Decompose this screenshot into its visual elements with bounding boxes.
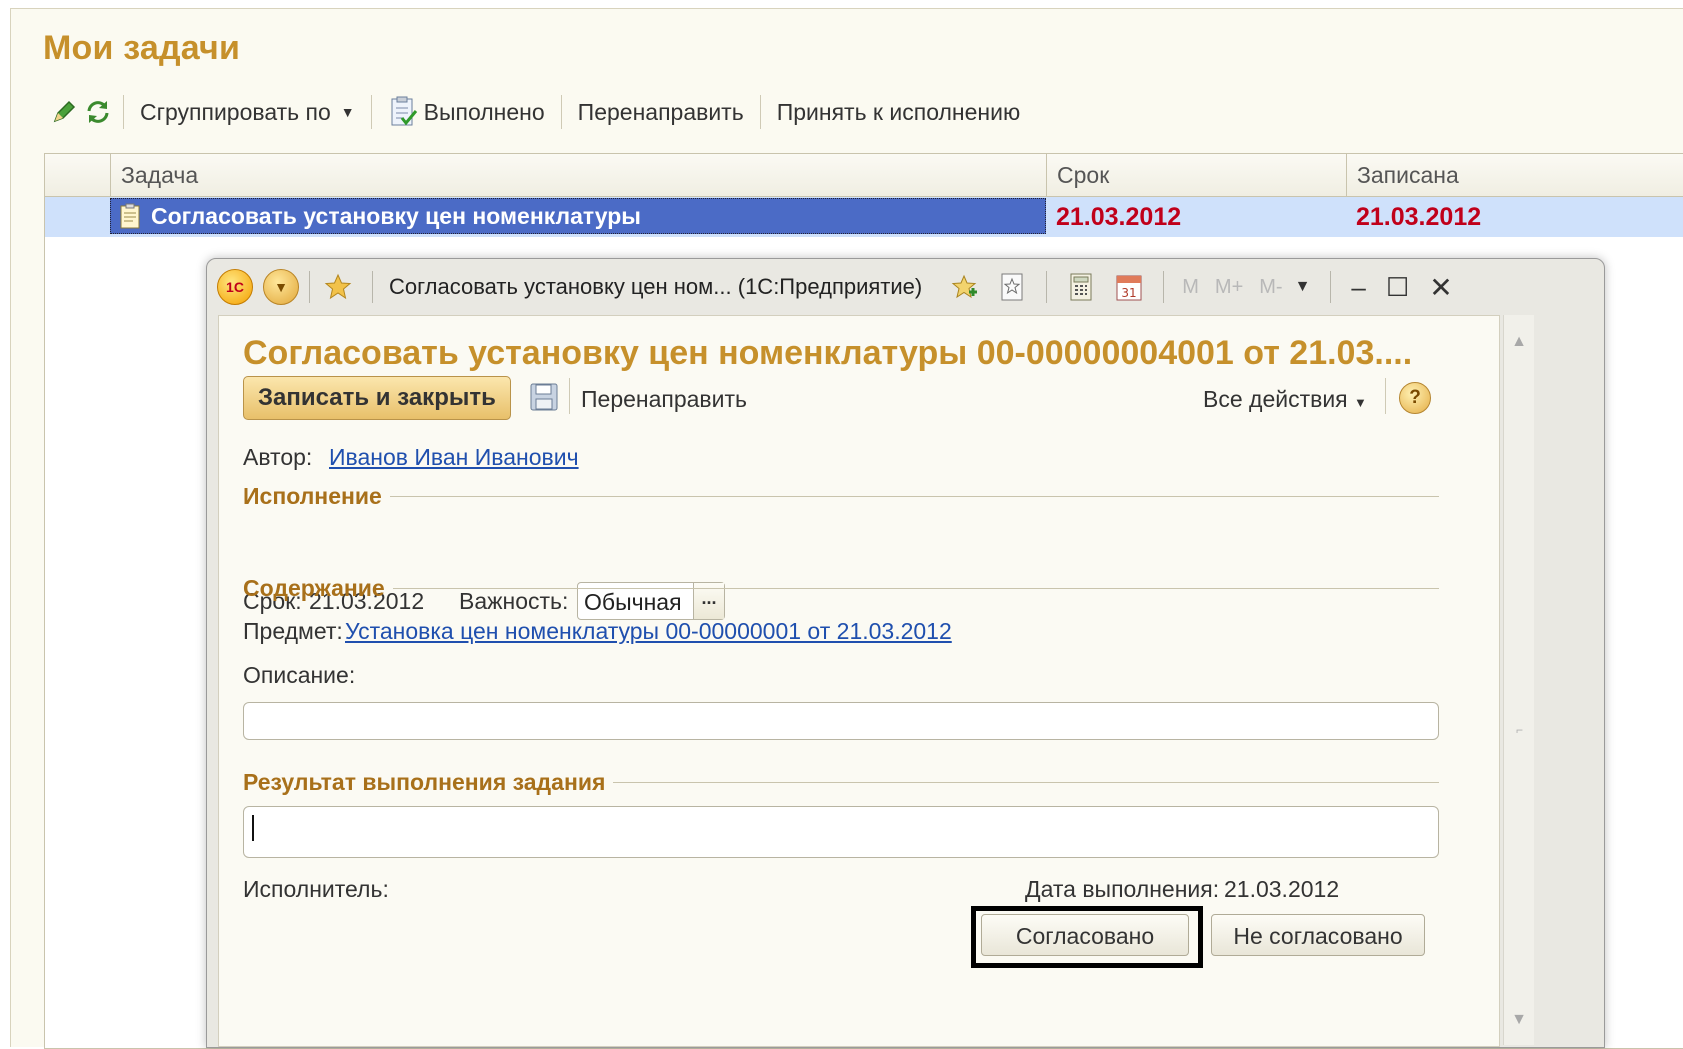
maximize-icon[interactable]: ☐ — [1386, 272, 1409, 303]
redirect-button[interactable]: Перенаправить — [581, 386, 747, 413]
scroll-grip[interactable]: ⌐ — [1516, 723, 1523, 737]
reject-button[interactable]: Не согласовано — [1211, 914, 1425, 956]
column-header-recorded[interactable]: Записана — [1346, 154, 1683, 196]
section-content: Содержание — [243, 574, 1439, 602]
description-input[interactable] — [243, 702, 1439, 740]
refresh-icon[interactable] — [81, 95, 115, 129]
column-header-task[interactable]: Задача — [110, 154, 1046, 196]
memory-m-button[interactable]: M — [1182, 276, 1199, 299]
app-logo-icon[interactable]: 1С — [217, 269, 253, 305]
all-actions-button[interactable]: Все действия ▼ — [1203, 386, 1367, 413]
table-row[interactable]: Согласовать установку цен номенклатуры 2… — [45, 197, 1683, 237]
task-cell[interactable]: Согласовать установку цен номенклатуры — [110, 198, 1046, 234]
due-cell: 21.03.2012 — [1056, 203, 1182, 231]
group-by-label: Сгруппировать по — [140, 98, 331, 125]
divider — [613, 781, 1439, 783]
save-disk-icon[interactable] — [529, 382, 559, 412]
task-name: Согласовать установку цен номенклатуры — [151, 202, 641, 229]
description-label: Описание: — [243, 662, 356, 688]
task-icon — [120, 203, 140, 229]
recorded-cell: 21.03.2012 — [1356, 203, 1482, 231]
toolbar-separator — [1385, 378, 1386, 414]
list-toolbar: Сгруппировать по ▼ Выполнено Перенаправи… — [47, 91, 1028, 133]
svg-text:31: 31 — [1122, 286, 1137, 300]
minimize-icon[interactable]: – — [1351, 272, 1365, 303]
edit-pencil-icon[interactable] — [47, 95, 81, 129]
document-title: Согласовать установку цен номенклатуры 0… — [243, 334, 1413, 372]
bookmark-icon[interactable] — [994, 269, 1030, 305]
subject-link[interactable]: Установка цен номенклатуры 00-00000001 о… — [345, 618, 952, 645]
memory-plus-button[interactable]: M+ — [1215, 276, 1243, 299]
column-header-due[interactable]: Срок — [1046, 154, 1346, 196]
favorite-star-icon[interactable] — [320, 269, 356, 305]
page-title: Мои задачи — [43, 29, 241, 67]
done-label: Выполнено — [423, 98, 545, 125]
toolbar-separator — [370, 95, 372, 129]
help-icon[interactable]: ? — [1399, 382, 1431, 414]
text-cursor — [252, 815, 254, 841]
titlebar-separator — [1330, 271, 1332, 303]
calculator-icon[interactable] — [1063, 269, 1099, 305]
titlebar-separator — [309, 271, 310, 303]
close-icon[interactable]: ✕ — [1429, 271, 1452, 304]
executor-label: Исполнитель: — [243, 876, 389, 902]
accept-button[interactable]: Принять к исполнению — [769, 99, 1029, 126]
titlebar-separator — [1163, 271, 1165, 303]
author-label: Автор: — [243, 444, 313, 470]
window-menu-icon[interactable]: ▼ — [263, 269, 299, 305]
done-button[interactable]: Выполнено — [380, 96, 553, 128]
section-execution: Исполнение — [243, 482, 1439, 510]
titlebar-separator — [372, 271, 373, 303]
chevron-down-icon: ▼ — [1354, 395, 1367, 410]
vertical-scrollbar[interactable]: ▲ ⌐ ▼ — [1503, 315, 1534, 1045]
toolbar-separator — [123, 95, 124, 129]
memory-minus-button[interactable]: M- — [1259, 276, 1282, 299]
result-input[interactable] — [243, 806, 1439, 858]
chevron-down-icon: ▼ — [340, 104, 355, 120]
section-result-title: Результат выполнения задания — [243, 768, 606, 795]
group-by-button[interactable]: Сгруппировать по ▼ — [132, 99, 363, 126]
window-titlebar[interactable]: 1С ▼ Согласовать установку цен ном... (1… — [207, 259, 1604, 315]
subject-label: Предмет: — [243, 618, 343, 644]
redirect-label: Перенаправить — [577, 98, 744, 125]
section-content-title: Содержание — [243, 574, 385, 601]
titlebar-dropdown-icon[interactable]: ▼ — [1295, 278, 1311, 296]
all-actions-label: Все действия — [1203, 386, 1348, 412]
divider — [392, 587, 1439, 589]
accept-label: Принять к исполнению — [776, 98, 1021, 125]
redirect-button[interactable]: Перенаправить — [570, 99, 752, 126]
completion-date-value: 21.03.2012 — [1224, 876, 1340, 902]
add-to-favorites-icon[interactable] — [946, 269, 982, 305]
task-done-icon — [391, 96, 417, 126]
divider — [389, 495, 1439, 497]
approve-highlight-frame — [971, 906, 1203, 968]
titlebar-separator — [1046, 271, 1048, 303]
toolbar-separator — [759, 95, 761, 129]
section-execution-title: Исполнение — [243, 482, 382, 509]
completion-date-label: Дата выполнения: — [1025, 876, 1220, 902]
calendar-icon[interactable]: 31 — [1111, 269, 1147, 305]
table-header: Задача Срок Записана — [45, 154, 1683, 197]
toolbar-separator — [569, 378, 570, 414]
toolbar-separator — [560, 95, 562, 129]
save-and-close-button[interactable]: Записать и закрыть — [243, 376, 511, 420]
author-link[interactable]: Иванов Иван Иванович — [329, 444, 579, 471]
scroll-up-icon[interactable]: ▲ — [1504, 327, 1534, 357]
header-marker-cell — [45, 154, 110, 196]
scroll-down-icon[interactable]: ▼ — [1504, 1005, 1534, 1035]
window-title: Согласовать установку цен ном... (1С:Пре… — [389, 274, 923, 299]
section-result: Результат выполнения задания — [243, 768, 1439, 796]
